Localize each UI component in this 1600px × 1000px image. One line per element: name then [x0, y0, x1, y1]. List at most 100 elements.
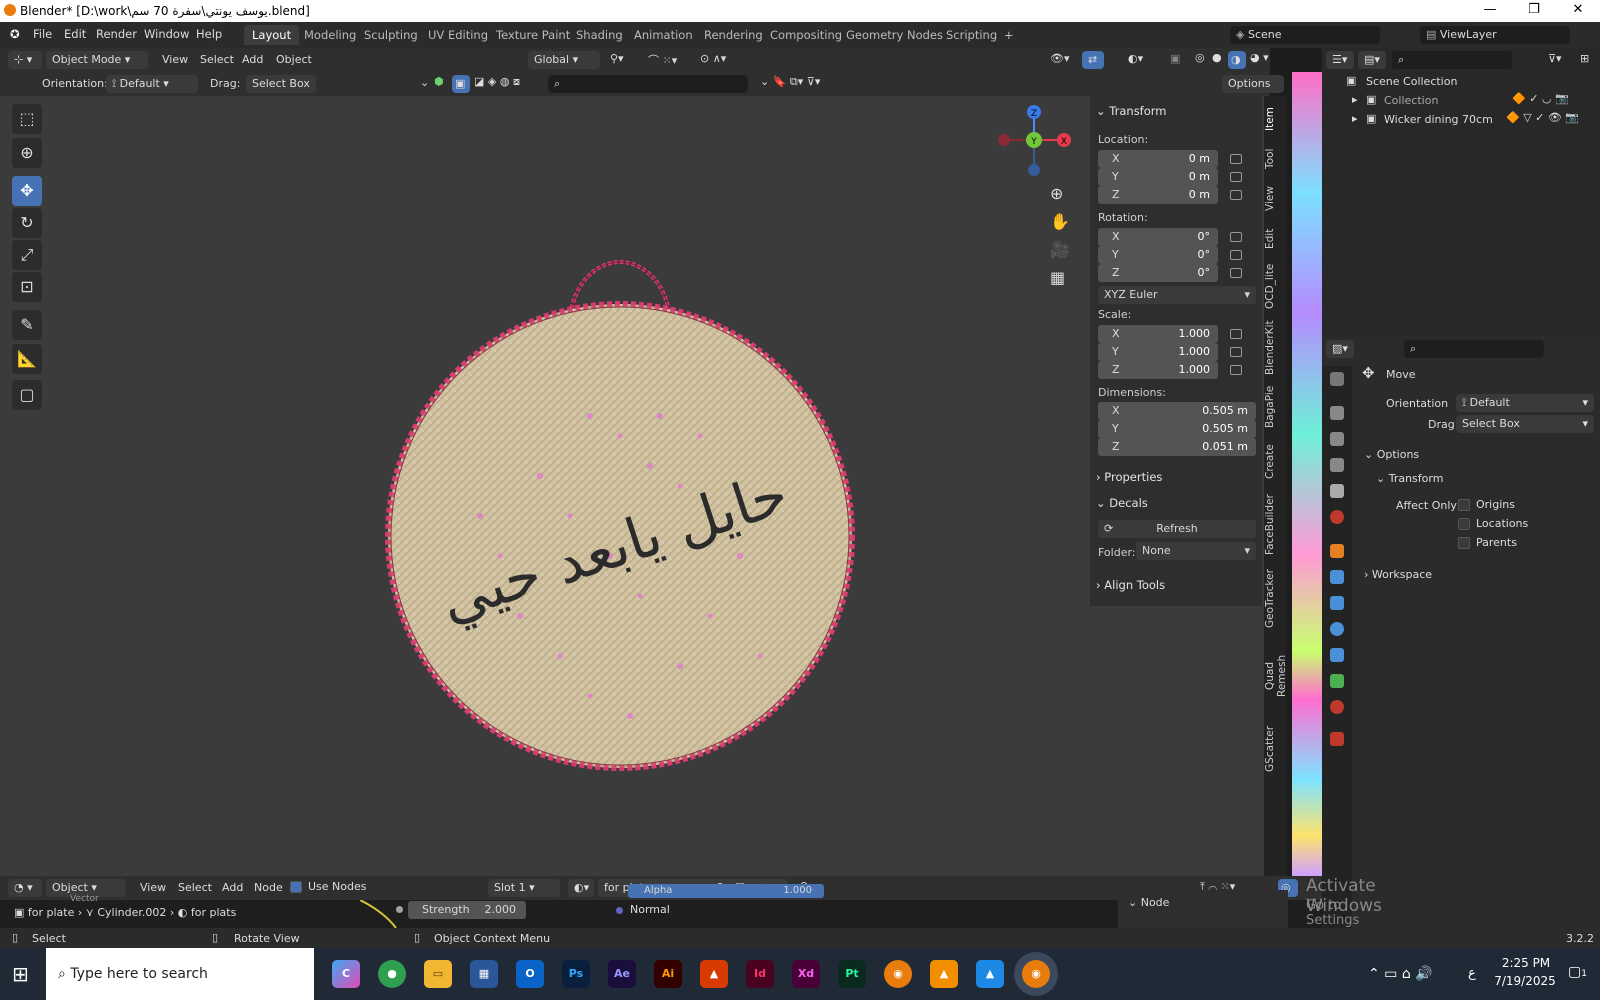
overlay-icon[interactable]: ◐▾: [1128, 52, 1143, 65]
gizmo-toggle-icon[interactable]: ⇄: [1082, 51, 1104, 69]
taskbar-search-input[interactable]: ⌕ Type here to search: [46, 948, 314, 1000]
menu-add[interactable]: Add: [222, 881, 243, 894]
pan-hand-icon[interactable]: ✋: [1050, 212, 1070, 231]
output-tab-icon[interactable]: [1330, 432, 1344, 446]
start-button-icon[interactable]: ⊞: [12, 962, 29, 986]
measure-tool-icon[interactable]: 📐: [12, 344, 42, 374]
strength-field[interactable]: Strength 2.000: [408, 901, 526, 919]
scene-collection-label[interactable]: Scene Collection: [1366, 75, 1457, 88]
select-mode-icon[interactable]: ▣: [452, 75, 470, 93]
data-tab-icon[interactable]: [1330, 674, 1344, 688]
tray-icons[interactable]: ⌃ ▭ ⌂ 🔊: [1368, 966, 1433, 982]
annotate-tool-icon[interactable]: ✎: [12, 310, 42, 340]
lock-icon[interactable]: [1230, 250, 1242, 260]
object-tab-icon[interactable]: [1330, 544, 1344, 558]
physics-tab-icon[interactable]: [1330, 622, 1344, 636]
rendered-shading-icon[interactable]: ◕ ▾: [1250, 51, 1269, 64]
lock-icon[interactable]: [1230, 232, 1242, 242]
add-workspace-button[interactable]: +: [996, 25, 1022, 45]
render-tab-icon[interactable]: [1330, 406, 1344, 420]
lock-icon[interactable]: [1230, 154, 1242, 164]
outlook-icon[interactable]: O: [516, 960, 544, 988]
properties-header[interactable]: › Properties: [1096, 470, 1162, 484]
material-browse-icon[interactable]: ◐▾: [568, 879, 594, 897]
blender-active-icon[interactable]: ◉: [1022, 960, 1050, 988]
origins-checkbox[interactable]: Origins: [1458, 498, 1515, 511]
minimize-button[interactable]: —: [1468, 0, 1512, 22]
proportional-edit-icon[interactable]: ⊙ ∧▾: [700, 52, 726, 65]
tab-animation[interactable]: Animation: [626, 25, 701, 45]
outliner-row-icons[interactable]: 🔶 ▽ ✓ 👁 📷: [1506, 111, 1579, 124]
location-x-field[interactable]: X0 m: [1098, 150, 1218, 168]
keyboard-language[interactable]: ع: [1468, 966, 1476, 981]
properties-search-input[interactable]: ⌕: [1404, 340, 1544, 358]
outliner-item-wicker[interactable]: Wicker dining 70cm: [1384, 113, 1493, 126]
tab-sculpting[interactable]: Sculpting: [356, 25, 426, 45]
constraints-tab-icon[interactable]: [1330, 648, 1344, 662]
uv-image-editor-strip[interactable]: [1292, 72, 1322, 876]
outliner-row-icons[interactable]: 🔶 ✓ ◡ 📷: [1512, 92, 1569, 105]
indesign-icon[interactable]: Id: [746, 960, 774, 988]
tab-blenderkit[interactable]: BlenderKit: [1264, 320, 1286, 376]
menu-select[interactable]: Select: [200, 53, 234, 66]
outliner-item-collection[interactable]: Collection: [1384, 94, 1438, 107]
use-nodes-checkbox[interactable]: Use Nodes: [290, 880, 367, 893]
scale-z-field[interactable]: Z 1.000: [1098, 361, 1218, 379]
parents-checkbox[interactable]: Parents: [1458, 536, 1517, 549]
tab-facebuilder[interactable]: FaceBuilder: [1264, 494, 1286, 556]
rotation-x-field[interactable]: X 0°: [1098, 228, 1218, 246]
tab-geometry-nodes[interactable]: Geometry Nodes: [838, 25, 951, 45]
orientation-dropdown[interactable]: ⟟ Default ▾: [1456, 394, 1594, 412]
solid-shading-icon[interactable]: ●: [1212, 51, 1222, 64]
node-panel-header[interactable]: ⌄ Node: [1128, 896, 1169, 909]
node-editor-canvas[interactable]: ▣ for plate › ⋎ Cylinder.002 › ◐ for pla…: [0, 876, 1382, 973]
slot-dropdown[interactable]: Slot 1 ▾: [488, 879, 560, 897]
cursor-tool-icon[interactable]: ⊕: [12, 138, 42, 168]
microsoft-store-icon[interactable]: ▦: [470, 960, 498, 988]
select-tool-icon[interactable]: ⬚: [12, 104, 42, 134]
new-collection-icon[interactable]: ⊞: [1580, 52, 1589, 65]
normal-socket-icon[interactable]: [616, 907, 623, 914]
rotate-tool-icon[interactable]: ↻: [12, 208, 42, 238]
location-y-field[interactable]: Y0 m: [1098, 168, 1218, 186]
refresh-button[interactable]: ⟳ Refresh: [1098, 520, 1256, 538]
add-cube-tool-icon[interactable]: ▢: [12, 380, 42, 410]
dimension-z-field[interactable]: Z 0.051 m: [1098, 438, 1256, 456]
lock-icon[interactable]: [1230, 172, 1242, 182]
notification-icon[interactable]: ▢1: [1568, 964, 1587, 980]
menu-select[interactable]: Select: [178, 881, 212, 894]
transform-header[interactable]: ⌄ Transform: [1096, 104, 1167, 118]
color-wheel-icon[interactable]: ⬢: [434, 75, 444, 88]
transform-tool-icon[interactable]: ⊡: [12, 272, 42, 302]
breadcrumb-mesh[interactable]: Cylinder.002: [97, 906, 166, 919]
breadcrumb-material[interactable]: for plats: [191, 906, 236, 919]
properties-editor-icon[interactable]: ▨▾: [1326, 340, 1354, 358]
pivot-icon[interactable]: ⚲▾: [610, 52, 624, 65]
locations-checkbox[interactable]: Locations: [1458, 517, 1528, 530]
tab-edit[interactable]: Edit: [1264, 224, 1286, 254]
world-tab-icon[interactable]: [1330, 510, 1344, 524]
tab-shading[interactable]: Shading: [568, 25, 631, 45]
adobe-xd-icon[interactable]: Xd: [792, 960, 820, 988]
file-explorer-icon[interactable]: ▭: [424, 960, 452, 988]
view-layer-tab-icon[interactable]: [1330, 458, 1344, 472]
lock-icon[interactable]: [1230, 329, 1242, 339]
tab-create[interactable]: Create: [1264, 442, 1286, 482]
options-dropdown[interactable]: Options ▾: [1222, 75, 1284, 108]
filter-icons[interactable]: ⌄ 🔖 ⧉▾ ⊽▾: [760, 75, 820, 89]
modifier-tab-icon[interactable]: [1330, 570, 1344, 584]
copilot-icon[interactable]: C: [332, 960, 360, 988]
align-tools-header[interactable]: › Align Tools: [1096, 578, 1165, 592]
menu-render[interactable]: Render: [96, 27, 137, 41]
alpha-field[interactable]: Alpha 1.000: [628, 884, 824, 898]
drag-dropdown[interactable]: Select Box ▾: [246, 75, 316, 108]
texture-tab-icon[interactable]: [1330, 732, 1344, 746]
illustrator-icon[interactable]: Ai: [654, 960, 682, 988]
tab-item[interactable]: Item: [1264, 104, 1286, 134]
xray-icon[interactable]: ▣: [1170, 52, 1180, 65]
wireframe-shading-icon[interactable]: ◎: [1195, 51, 1205, 64]
material-tab-icon[interactable]: [1330, 700, 1344, 714]
outliner-editor-icon[interactable]: ☰▾: [1326, 51, 1354, 69]
tab-uv-editing[interactable]: UV Editing: [420, 25, 496, 45]
photoshop-icon[interactable]: Ps: [562, 960, 590, 988]
